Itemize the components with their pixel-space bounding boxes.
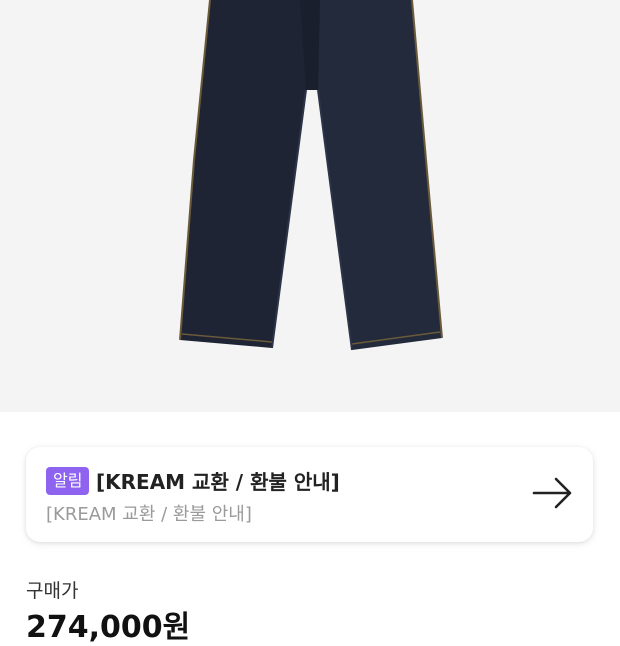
denim-jeans-image [179, 0, 443, 351]
notice-title: [KREAM 교환 / 환불 안내] [96, 470, 340, 494]
arrow-right-icon[interactable] [532, 475, 574, 511]
price-value: 274,000원 [26, 610, 191, 645]
product-image [0, 0, 620, 412]
price-label: 구매가 [26, 580, 79, 602]
notice-card[interactable]: 알림 [KREAM 교환 / 환불 안내] [KREAM 교환 / 환불 안내] [26, 447, 593, 542]
notice-badge: 알림 [46, 467, 90, 495]
notice-subtitle: [KREAM 교환 / 환불 안내] [46, 504, 252, 525]
